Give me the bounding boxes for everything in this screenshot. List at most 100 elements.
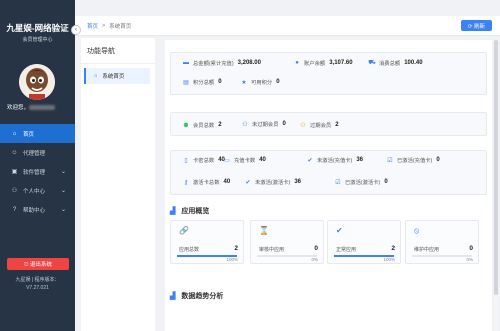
card-label: 应用总数 xyxy=(179,247,200,253)
card-percent: 100% xyxy=(383,257,395,262)
sidebar-item-0[interactable]: ⌂ 首页 xyxy=(0,124,75,143)
avatar[interactable] xyxy=(19,64,55,100)
sidebar-footer: 九星娱 | 程序版本： V7.27.021 xyxy=(0,276,75,292)
sidebar-item-label: 个人中心 xyxy=(23,188,46,195)
stat-stats2-0: ⚉ 会员总数 2 xyxy=(182,121,221,129)
stat-label: 总金额(累计充值) xyxy=(193,61,234,67)
avatar-image xyxy=(19,64,55,100)
stat-stats1-1: ● 账户余额 3,107.60 xyxy=(293,59,353,67)
check-circle-icon: ✔ xyxy=(307,157,313,164)
stat-label: 激活卡总数 xyxy=(193,180,220,186)
trend-label: 数据趋势分析 xyxy=(181,293,224,300)
card-stats-box: ▯ 卡密总数 40 ▭ 充值卡数 40 ✔ 未激活(充值卡) 36 ☑ 已激活(充值卡) 0 ⚷ 激活卡总… xyxy=(170,150,487,195)
card-label: 维护中应用 xyxy=(414,247,440,253)
app-overview-label: 应用概览 xyxy=(181,208,210,215)
app-stat-card: ✔ 正常应用 2 100% xyxy=(327,220,401,264)
stat-value: 0 xyxy=(436,157,440,163)
card-value: 0 xyxy=(314,245,318,252)
finance-stats-box: ▬ 总金额(累计充值) 3,208.00 ● 账户余额 3,107.60 ⛟ 消费总额 100.… xyxy=(170,52,487,95)
stat-label: 账户余额 xyxy=(304,61,326,67)
help-icon: ? xyxy=(12,206,17,213)
user-icon: ● xyxy=(295,60,299,66)
breadcrumb-separator: > xyxy=(102,22,106,29)
check-icon: ✔ xyxy=(336,226,343,235)
stat-label: 会员总数 xyxy=(193,123,215,129)
member-stats-box: ⚉ 会员总数 2 ⚇ 未过期会员 0 ⚇ 过期会员 2 xyxy=(170,112,487,136)
stat-stats3-0: ▯ 卡密总数 40 xyxy=(182,156,225,164)
app-overview-title: ▟ 应用概览 xyxy=(170,206,209,216)
sidebar-item-4[interactable]: ? 帮助中心 ⌄ xyxy=(0,200,75,219)
chevron-down-icon: ⌄ xyxy=(60,169,66,175)
card-value: 2 xyxy=(391,245,395,252)
collapse-sidebar-icon[interactable]: ‹ xyxy=(71,25,81,35)
stat-value: 3,107.60 xyxy=(329,60,353,66)
money-icon: ▬ xyxy=(183,60,189,66)
function-nav-panel: 功能导航 ⌂ 系统首页 xyxy=(81,38,155,331)
box-icon: ▣ xyxy=(11,169,18,175)
stat-value: 40 xyxy=(223,179,231,185)
refresh-button[interactable]: ⟳ 刷新 xyxy=(461,20,492,31)
logout-button[interactable]: ⎋ 退出系统 xyxy=(7,258,69,270)
stat-label: 过期会员 xyxy=(310,123,332,129)
card-icon: ▭ xyxy=(224,157,230,164)
trend-title: ▟ 数据趋势分析 xyxy=(170,291,223,301)
stat-stats3-2: ✔ 未激活(充值卡) 36 xyxy=(306,156,363,164)
sidebar-item-label: 代理管理 xyxy=(23,150,46,157)
sidebar-item-label: 首页 xyxy=(23,131,35,138)
user-add-icon: ⚇ xyxy=(242,121,248,128)
user-icon: ☺ xyxy=(11,149,18,156)
person-icon: ⚇ xyxy=(11,188,18,194)
check-circle-icon: ✔ xyxy=(245,179,251,186)
chevron-down-icon: ⌄ xyxy=(60,188,66,194)
stat-value: 3,208.00 xyxy=(237,60,261,66)
stat-value: 0 xyxy=(276,79,280,85)
cart-icon: ⛟ xyxy=(368,60,376,66)
card-percent: 100% xyxy=(226,257,238,262)
card-percent: 0% xyxy=(466,257,473,262)
ban-icon: ⦸ xyxy=(414,226,420,235)
card-progress-bar xyxy=(257,255,317,257)
user-expired-icon: ⚇ xyxy=(300,122,306,129)
chevron-down-icon: ⌄ xyxy=(60,207,66,213)
hourglass-icon: ⌛ xyxy=(259,226,269,235)
stat-label: 积分总额 xyxy=(193,80,215,86)
chart-icon: ▟ xyxy=(170,208,176,215)
sidebar-item-label: 软件管理 xyxy=(23,169,46,176)
stat-stats3-3: ☑ 已激活(充值卡) 0 xyxy=(386,156,440,164)
link-icon: 🔗 xyxy=(179,226,189,235)
welcome-text: 欢迎您， xyxy=(7,103,56,111)
scrollbar[interactable] xyxy=(494,40,498,331)
stat-stats1-2: ⛟ 消费总额 100.40 xyxy=(368,59,422,67)
card-value: 0 xyxy=(469,245,473,252)
welcome-prefix: 欢迎您， xyxy=(7,105,30,111)
topbar: 首页 > 系统首页 ⟳ 刷新 xyxy=(75,16,500,36)
stat-label: 已激活(激活卡) xyxy=(345,180,381,186)
nav-item-home[interactable]: ⌂ 系统首页 xyxy=(84,68,150,84)
stat-label: 未过期会员 xyxy=(252,122,279,128)
card-progress-bar xyxy=(412,255,472,257)
users-icon: ⚉ xyxy=(183,122,189,129)
app-stat-card: 🔗 应用总数 2 100% xyxy=(170,220,244,264)
stat-value: 0 xyxy=(218,79,222,85)
card-label: 正常应用 xyxy=(336,247,357,253)
sidebar-menu: ⌂ 首页 ☺ 代理管理 ▣ 软件管理 ⌄ ⚇ 个人中心 ⌄? 帮助中心 ⌄ xyxy=(0,124,75,219)
card-percent: 0% xyxy=(311,257,318,262)
check-square-icon: ☑ xyxy=(335,179,341,186)
stat-value: 0 xyxy=(384,179,388,185)
stat-value: 2 xyxy=(335,122,339,128)
breadcrumb-home[interactable]: 首页 xyxy=(87,22,98,30)
app-stat-card: ⌛ 审核中应用 0 0% xyxy=(250,220,324,264)
app-stat-card: ⦸ 维护中应用 0 0% xyxy=(405,220,479,264)
nav-title: 功能导航 xyxy=(81,38,155,64)
stat-stats3-1: ▭ 充值卡数 40 xyxy=(223,156,266,164)
scrollbar-thumb[interactable] xyxy=(494,40,498,295)
sidebar-item-1[interactable]: ☺ 代理管理 xyxy=(0,143,75,162)
home-icon: ⌂ xyxy=(12,130,17,137)
stat-label: 已激活(充值卡) xyxy=(397,158,433,164)
sidebar-item-2[interactable]: ▣ 软件管理 ⌄ xyxy=(0,162,75,181)
sidebar-item-3[interactable]: ⚇ 个人中心 ⌄ xyxy=(0,181,75,200)
chart-icon: ▟ xyxy=(170,293,176,300)
nav-item-label: 系统首页 xyxy=(102,74,125,80)
stat-stats3-6: ☑ 已激活(激活卡) 0 xyxy=(334,178,388,186)
username-blurred xyxy=(29,105,56,111)
